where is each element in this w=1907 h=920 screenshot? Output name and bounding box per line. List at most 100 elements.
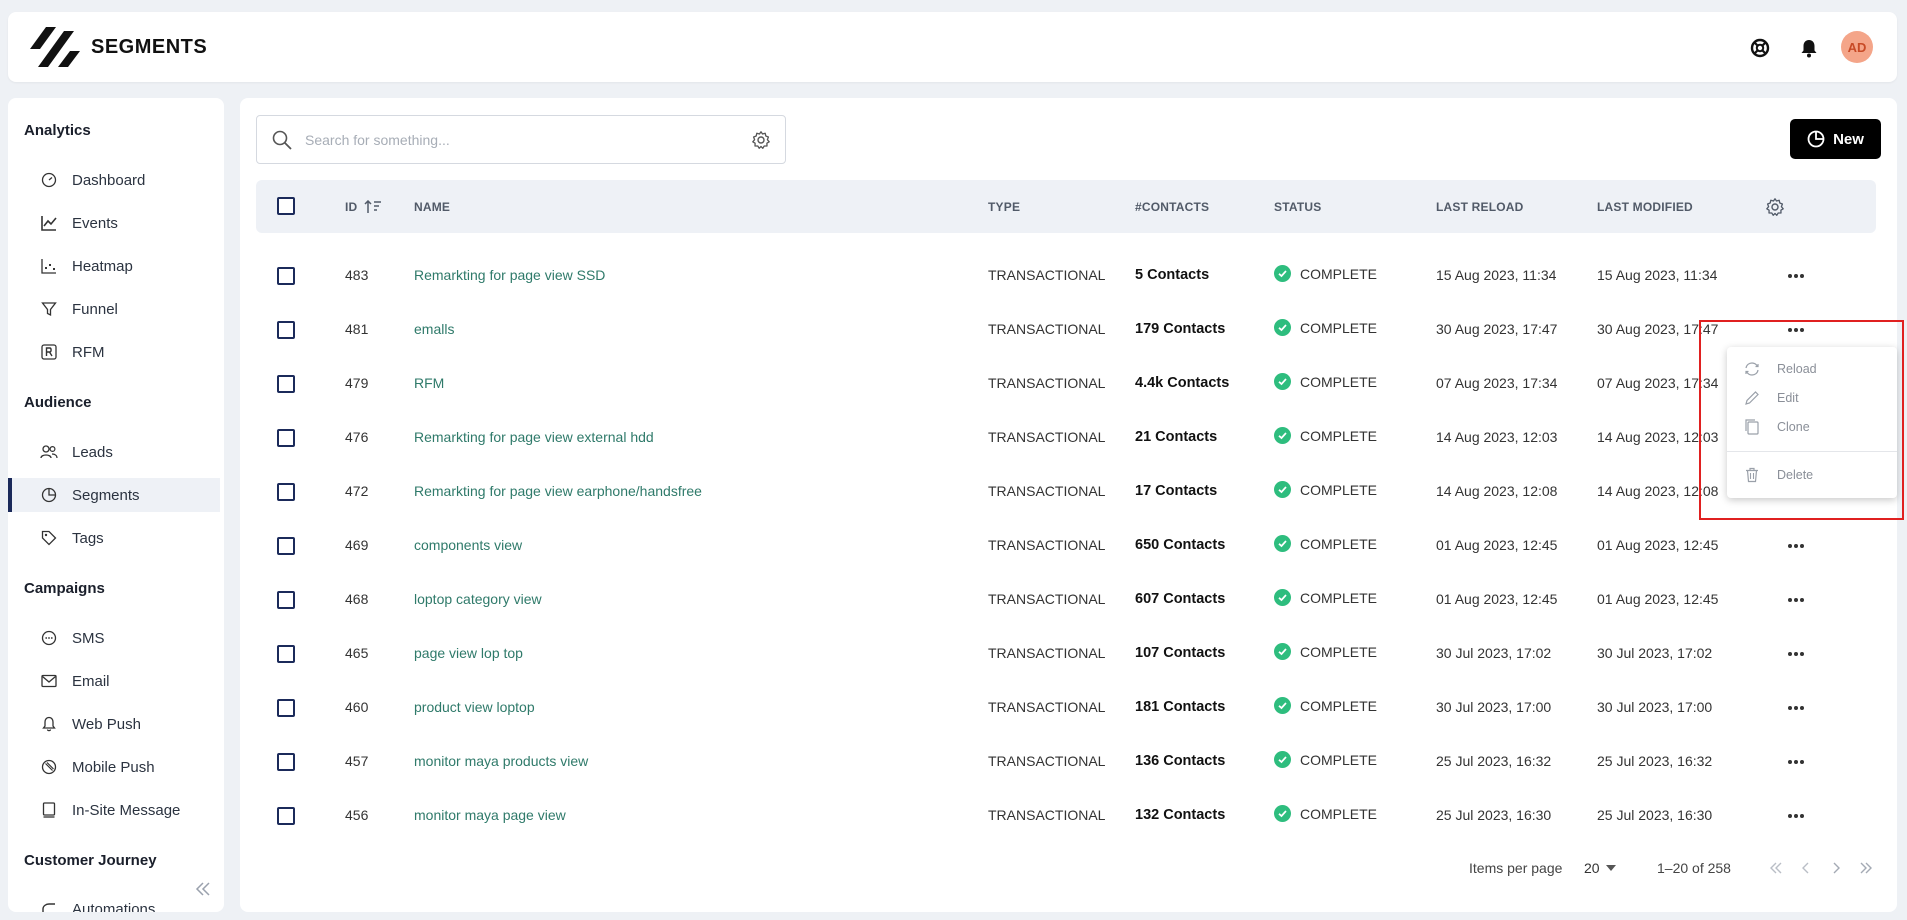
sidebar-item-leads[interactable]: Leads (8, 435, 220, 469)
cell-id: 457 (345, 753, 369, 769)
status-badge: COMPLETE (1274, 643, 1377, 660)
status-badge: COMPLETE (1274, 319, 1377, 336)
column-settings-gear-icon[interactable] (1765, 197, 1785, 222)
sidebar-item-rfm[interactable]: RFM (8, 335, 220, 369)
more-actions-icon[interactable] (1785, 701, 1807, 715)
segment-name-link[interactable]: Remarkting for page view SSD (414, 267, 605, 283)
more-actions-icon[interactable] (1785, 269, 1807, 283)
items-per-page-select[interactable]: 20 (1584, 858, 1626, 878)
column-header-last-modified[interactable]: LAST MODIFIED (1597, 200, 1693, 214)
table-row: 481 emalls TRANSACTIONAL 179 Contacts 30 Aug… (256, 303, 1876, 357)
column-header-status[interactable]: STATUS (1274, 200, 1321, 214)
row-checkbox[interactable] (277, 375, 295, 393)
select-all-checkbox[interactable] (277, 197, 295, 215)
segment-name-link[interactable]: product view loptop (414, 699, 535, 715)
column-header-id[interactable]: ID (345, 199, 382, 214)
next-page-icon[interactable] (1826, 858, 1846, 878)
sidebar-item-web-push[interactable]: Web Push (8, 707, 220, 741)
segment-name-link[interactable]: RFM (414, 375, 444, 391)
sidebar: Analytics Dashboard Events Heatmap Funne… (8, 98, 224, 912)
sidebar-item-funnel[interactable]: Funnel (8, 292, 220, 326)
segment-name-link[interactable]: monitor maya page view (414, 807, 566, 823)
segment-name-link[interactable]: components view (414, 537, 522, 553)
app-logo[interactable] (24, 23, 84, 71)
segment-name-link[interactable]: Remarkting for page view external hdd (414, 429, 654, 445)
row-checkbox[interactable] (277, 483, 295, 501)
row-checkbox[interactable] (277, 807, 295, 825)
bell-icon[interactable] (1798, 37, 1820, 59)
column-header-name[interactable]: NAME (414, 200, 450, 214)
row-checkbox[interactable] (277, 591, 295, 609)
segment-name-link[interactable]: monitor maya products view (414, 753, 588, 769)
sidebar-item-sms[interactable]: SMS (8, 621, 220, 655)
last-page-icon[interactable] (1856, 858, 1876, 878)
dashboard-icon (40, 171, 58, 189)
check-circle-icon (1274, 373, 1291, 390)
segment-name-link[interactable]: loptop category view (414, 591, 542, 607)
sidebar-item-mobile-push[interactable]: Mobile Push (8, 750, 220, 784)
sidebar-item-in-site-message[interactable]: In-Site Message (8, 793, 220, 827)
segment-name-link[interactable]: Remarkting for page view earphone/handsf… (414, 483, 702, 499)
top-header: SEGMENTS AD (8, 12, 1897, 82)
more-actions-icon[interactable] (1785, 593, 1807, 607)
cell-last-reload: 30 Jul 2023, 17:00 (1436, 699, 1552, 715)
cell-last-modified: 07 Aug 2023, 17:34 (1597, 375, 1719, 391)
search-icon (271, 129, 293, 156)
collapse-sidebar-icon[interactable] (192, 878, 214, 900)
row-checkbox[interactable] (277, 753, 295, 771)
new-segment-button[interactable]: New (1790, 119, 1881, 159)
menu-item-clone[interactable]: Clone (1727, 413, 1897, 441)
in-site-message-icon (40, 801, 58, 819)
menu-item-delete[interactable]: Delete (1727, 461, 1897, 489)
sidebar-item-heatmap[interactable]: Heatmap (8, 249, 220, 283)
more-actions-icon[interactable] (1785, 755, 1807, 769)
segment-name-link[interactable]: emalls (414, 321, 454, 337)
rfm-icon (40, 343, 58, 361)
cell-last-modified: 15 Aug 2023, 11:34 (1597, 267, 1718, 283)
cell-id: 469 (345, 537, 369, 553)
row-checkbox[interactable] (277, 429, 295, 447)
menu-item-edit[interactable]: Edit (1727, 384, 1897, 412)
row-checkbox[interactable] (277, 267, 295, 285)
column-header-last-reload[interactable]: LAST RELOAD (1436, 200, 1524, 214)
more-actions-icon[interactable] (1785, 809, 1807, 823)
check-circle-icon (1274, 427, 1291, 444)
more-actions-icon[interactable] (1785, 323, 1807, 337)
sidebar-item-automations[interactable]: Automations (8, 892, 220, 912)
cell-id: 472 (345, 483, 369, 499)
row-checkbox[interactable] (277, 645, 295, 663)
sidebar-item-email[interactable]: Email (8, 664, 220, 698)
row-checkbox[interactable] (277, 537, 295, 555)
more-actions-icon[interactable] (1785, 647, 1807, 661)
more-actions-icon[interactable] (1785, 539, 1807, 553)
check-circle-icon (1274, 589, 1291, 606)
cell-type: TRANSACTIONAL (988, 591, 1106, 607)
cell-contacts: 21 Contacts (1135, 429, 1218, 445)
sidebar-section-customer-journey: Customer Journey (24, 852, 157, 869)
column-header-contacts[interactable]: #CONTACTS (1135, 200, 1209, 214)
sidebar-item-tags[interactable]: Tags (8, 521, 220, 555)
sidebar-item-dashboard[interactable]: Dashboard (8, 163, 220, 197)
menu-item-label: Clone (1777, 420, 1810, 434)
sidebar-item-segments[interactable]: Segments (8, 478, 220, 512)
previous-page-icon[interactable] (1796, 858, 1816, 878)
menu-item-reload[interactable]: Reload (1727, 355, 1897, 383)
table-row: 483 Remarkting for page view SSD TRANSACTI… (256, 249, 1876, 303)
sidebar-item-events[interactable]: Events (8, 206, 220, 240)
cell-id: 476 (345, 429, 369, 445)
status-badge: COMPLETE (1274, 427, 1377, 444)
status-label: COMPLETE (1300, 589, 1378, 606)
row-checkbox[interactable] (277, 699, 295, 717)
search-settings-gear-icon[interactable] (751, 130, 771, 155)
sidebar-item-label: Segments (72, 486, 140, 504)
help-icon[interactable] (1749, 37, 1771, 59)
search-input[interactable] (305, 129, 725, 151)
status-badge: COMPLETE (1274, 373, 1377, 390)
segment-name-link[interactable]: page view lop top (414, 645, 523, 661)
column-header-type[interactable]: TYPE (988, 200, 1020, 214)
cell-contacts: 607 Contacts (1135, 591, 1226, 607)
avatar[interactable]: AD (1841, 31, 1873, 63)
row-checkbox[interactable] (277, 321, 295, 339)
sort-ascending-icon[interactable] (364, 199, 382, 214)
first-page-icon[interactable] (1766, 858, 1786, 878)
